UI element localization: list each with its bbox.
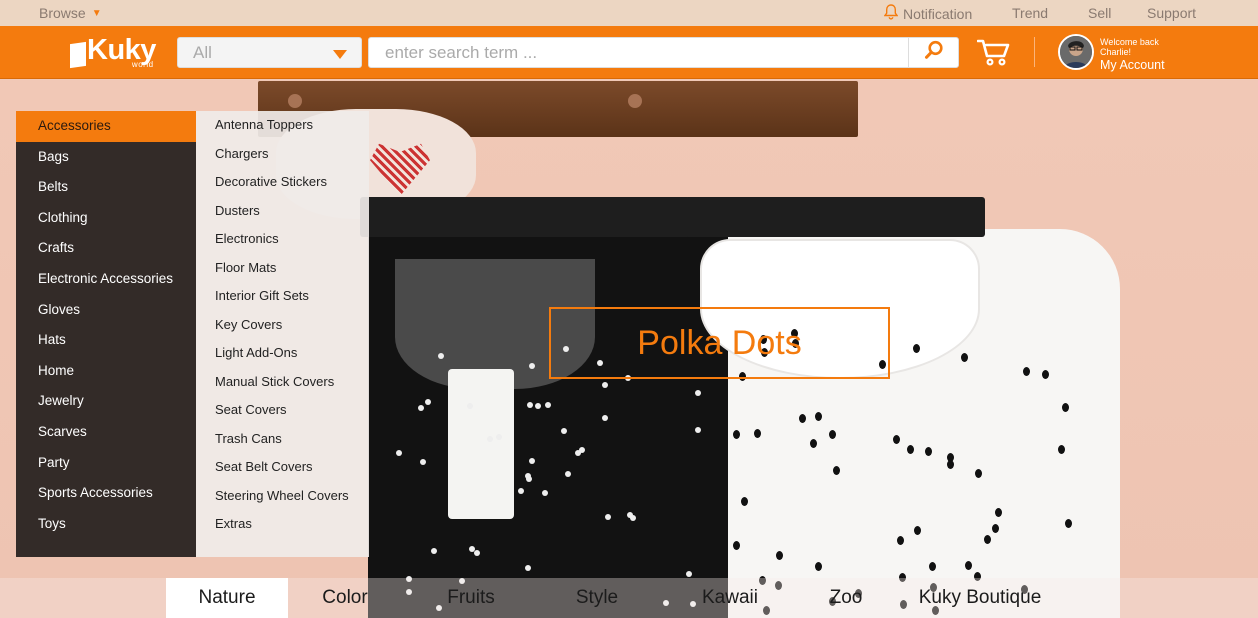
menu-item[interactable]: Toys bbox=[16, 509, 196, 540]
menu-item[interactable]: Hats bbox=[16, 325, 196, 356]
tab-kuky-boutique[interactable]: Kuky Boutique bbox=[905, 578, 1055, 618]
submenu-item[interactable]: Interior Gift Sets bbox=[196, 282, 369, 311]
top-utility-bar: Browse ▼ Notification Trend Sell Support bbox=[0, 0, 1258, 26]
menu-item[interactable]: Electronic Accessories bbox=[16, 264, 196, 295]
main-header: Kuky world All Welcome back Charlie! My … bbox=[0, 26, 1258, 79]
search-box bbox=[368, 37, 959, 68]
logo-mark bbox=[70, 41, 86, 69]
submenu-item[interactable]: Manual Stick Covers bbox=[196, 368, 369, 397]
tab-zoo[interactable]: Zoo bbox=[801, 578, 891, 618]
bell-icon bbox=[883, 4, 899, 23]
browse-menu[interactable]: Browse ▼ bbox=[39, 5, 102, 21]
header-divider bbox=[1034, 37, 1035, 67]
trend-link[interactable]: Trend bbox=[1012, 5, 1048, 21]
submenu-item[interactable]: Extras bbox=[196, 510, 369, 539]
caret-down-icon bbox=[333, 50, 347, 59]
avatar[interactable] bbox=[1058, 34, 1094, 70]
notification-link[interactable]: Notification bbox=[883, 4, 973, 23]
submenu-item[interactable]: Antenna Toppers bbox=[196, 111, 369, 140]
menu-item[interactable]: Scarves bbox=[16, 417, 196, 448]
menu-item[interactable]: Belts bbox=[16, 172, 196, 203]
category-menu: Accessories Bags Belts Clothing Crafts E… bbox=[16, 111, 196, 557]
menu-item[interactable]: Gloves bbox=[16, 295, 196, 326]
cart-button[interactable] bbox=[976, 38, 1011, 71]
submenu-item[interactable]: Decorative Stickers bbox=[196, 168, 369, 197]
menu-item[interactable]: Clothing bbox=[16, 203, 196, 234]
menu-item[interactable]: Sports Accessories bbox=[16, 478, 196, 509]
menu-item[interactable]: Accessories bbox=[16, 111, 196, 142]
submenu-item[interactable]: Key Covers bbox=[196, 311, 369, 340]
welcome-text: Welcome back bbox=[1100, 37, 1159, 47]
collection-tabs: Nature Color Fruits Style Kawaii Zoo Kuk… bbox=[0, 578, 1258, 618]
menu-item[interactable]: Home bbox=[16, 356, 196, 387]
menu-item[interactable]: Crafts bbox=[16, 233, 196, 264]
browse-label: Browse bbox=[39, 5, 86, 21]
support-link[interactable]: Support bbox=[1147, 5, 1196, 21]
submenu-item[interactable]: Dusters bbox=[196, 197, 369, 226]
sell-link[interactable]: Sell bbox=[1088, 5, 1111, 21]
tab-kawaii[interactable]: Kawaii bbox=[685, 578, 775, 618]
logo-subtext: world bbox=[131, 60, 154, 69]
search-button[interactable] bbox=[908, 38, 958, 67]
hero-banner[interactable]: Polka Dots Accessories Bags Belts Clothi… bbox=[0, 79, 1258, 618]
submenu-item[interactable]: Floor Mats bbox=[196, 254, 369, 283]
menu-item[interactable]: Bags bbox=[16, 142, 196, 173]
menu-item[interactable]: Party bbox=[16, 448, 196, 479]
hero-badge[interactable]: Polka Dots bbox=[549, 307, 890, 379]
subcategory-menu: Antenna Toppers Chargers Decorative Stic… bbox=[196, 111, 369, 557]
magnifier-icon bbox=[924, 40, 944, 65]
category-select[interactable]: All bbox=[177, 37, 362, 68]
submenu-item[interactable]: Light Add-Ons bbox=[196, 339, 369, 368]
submenu-item[interactable]: Trash Cans bbox=[196, 425, 369, 454]
notification-label: Notification bbox=[903, 5, 973, 22]
submenu-item[interactable]: Seat Covers bbox=[196, 396, 369, 425]
menu-item[interactable]: Jewelry bbox=[16, 386, 196, 417]
caret-down-icon: ▼ bbox=[91, 7, 102, 19]
tab-fruits[interactable]: Fruits bbox=[426, 578, 516, 618]
tab-nature[interactable]: Nature bbox=[166, 578, 288, 618]
submenu-item[interactable]: Steering Wheel Covers bbox=[196, 482, 369, 511]
category-value: All bbox=[193, 43, 212, 62]
search-input[interactable] bbox=[369, 38, 909, 67]
submenu-item[interactable]: Chargers bbox=[196, 140, 369, 169]
tab-color[interactable]: Color bbox=[300, 578, 390, 618]
account-menu[interactable]: Welcome back Charlie! My Account bbox=[1100, 37, 1165, 72]
user-name: Charlie! bbox=[1100, 47, 1132, 57]
cart-icon bbox=[976, 39, 1011, 70]
submenu-item[interactable]: Seat Belt Covers bbox=[196, 453, 369, 482]
kuky-logo[interactable]: Kuky world bbox=[70, 34, 156, 69]
submenu-item[interactable]: Electronics bbox=[196, 225, 369, 254]
tab-style[interactable]: Style bbox=[552, 578, 642, 618]
my-account-label: My Account bbox=[1100, 58, 1165, 72]
